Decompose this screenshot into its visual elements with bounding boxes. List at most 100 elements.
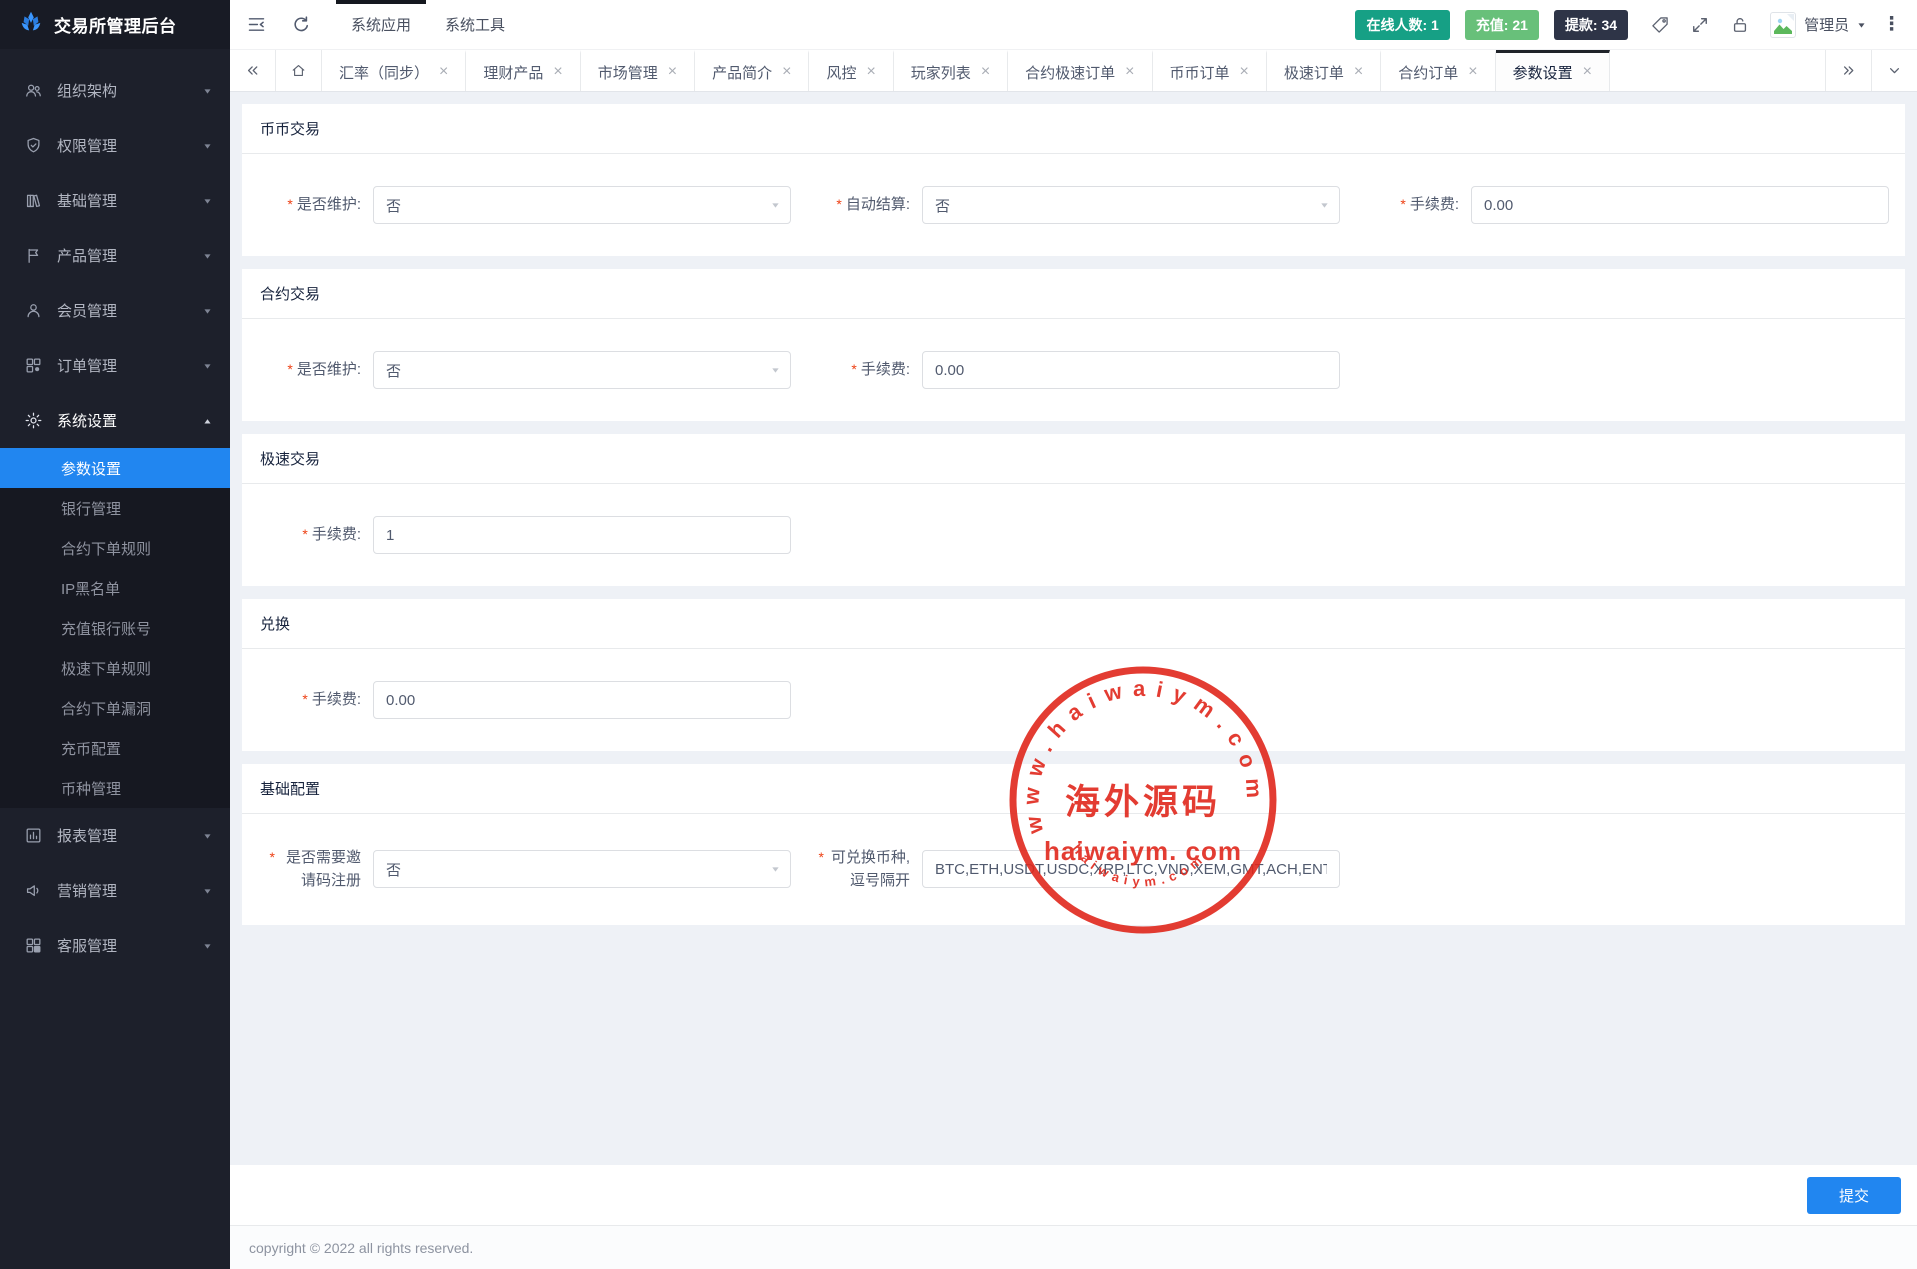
field-label: *手续费:: [1340, 193, 1471, 216]
sidebar: 交易所管理后台 组织架构▼权限管理▼基础管理▼产品管理▼会员管理▼订单管理▼系统…: [0, 0, 230, 1269]
tab-risk-control[interactable]: 风控 ×: [809, 50, 893, 91]
tab-close-icon[interactable]: ×: [553, 64, 562, 80]
tag-icon[interactable]: [1650, 15, 1670, 35]
fullscreen-icon[interactable]: [1690, 15, 1710, 35]
tab-label: 风控: [826, 62, 856, 83]
sidebar-subitem-coin-mgmt[interactable]: 币种管理: [0, 768, 230, 808]
field-label-text: 手续费:: [312, 691, 361, 708]
sidebar-item-system-settings[interactable]: 系统设置▲: [0, 393, 230, 448]
main-area: 系统应用系统工具 在线人数: 1 充值: 21 提款: 34: [230, 0, 1917, 1269]
unlock-icon[interactable]: [1730, 15, 1750, 35]
refresh-icon[interactable]: [291, 14, 312, 35]
tab-close-icon[interactable]: ×: [1468, 64, 1477, 80]
sidebar-subitem-ip-blacklist[interactable]: IP黑名单: [0, 568, 230, 608]
exchange-fee-input[interactable]: [373, 681, 791, 719]
nav-item-system-tools[interactable]: 系统工具: [430, 0, 520, 49]
scroll-tabs-right-button[interactable]: [1825, 50, 1871, 91]
tab-fast-orders[interactable]: 极速订单×: [1267, 50, 1381, 91]
sidebar-item-service-mgmt[interactable]: 客服管理▼: [0, 918, 230, 973]
sidebar-item-order-mgmt[interactable]: 订单管理▼: [0, 338, 230, 393]
section-base-config: 基础配置*是否需要邀请码注册否▼*可兑换币种,逗号隔开: [242, 764, 1905, 925]
tab-close-icon[interactable]: ×: [782, 64, 791, 80]
tabbar: 汇率（同步）×理财产品×市场管理×产品简介×风控×玩家列表×合约极速订单×币币订…: [230, 49, 1917, 92]
tab-contract-orders[interactable]: 合约订单×: [1381, 50, 1495, 91]
badge-online-count[interactable]: 在线人数: 1: [1355, 10, 1449, 40]
scroll-tabs-left-button[interactable]: [230, 50, 276, 91]
user-menu[interactable]: 管理员 ▼: [1770, 12, 1866, 38]
tab-market-mgmt[interactable]: 市场管理×: [581, 50, 695, 91]
badge-recharge-count[interactable]: 充值: 21: [1465, 10, 1539, 40]
section-body: *手续费:: [242, 649, 1905, 751]
sidebar-item-member-mgmt[interactable]: 会员管理▼: [0, 283, 230, 338]
field-exchange-fee: *手续费:: [242, 681, 791, 719]
select-value: 否: [386, 859, 401, 880]
action-bar: 提交: [230, 1165, 1917, 1225]
tab-param-settings[interactable]: 参数设置×: [1496, 50, 1610, 91]
sidebar-item-base-mgmt[interactable]: 基础管理▼: [0, 173, 230, 228]
sidebar-subitem-fast-order-rules[interactable]: 极速下单规则: [0, 648, 230, 688]
need-invite-code-select[interactable]: 否▼: [373, 850, 791, 888]
tab-rate-sync[interactable]: 汇率（同步）×: [322, 50, 466, 91]
tab-close-icon[interactable]: ×: [866, 64, 875, 80]
tab-spot-orders[interactable]: 币币订单 ×: [1153, 50, 1267, 91]
sidebar-item-marketing-mgmt[interactable]: 营销管理▼: [0, 863, 230, 918]
sidebar-item-org-structure[interactable]: 组织架构▼: [0, 63, 230, 118]
sidebar-item-permission-mgmt[interactable]: 权限管理▼: [0, 118, 230, 173]
tab-close-icon[interactable]: ×: [1125, 64, 1134, 80]
nav-item-system-apps[interactable]: 系统应用: [336, 0, 426, 49]
field-contract-maintain: *是否维护:否▼: [242, 351, 791, 389]
spot-fee-input[interactable]: [1471, 186, 1889, 224]
tab-wealth-products[interactable]: 理财产品 ×: [466, 50, 580, 91]
submit-button[interactable]: 提交: [1807, 1177, 1901, 1214]
sidebar-subitem-recharge-bank-account[interactable]: 充值银行账号: [0, 608, 230, 648]
tab-close-icon[interactable]: ×: [668, 64, 677, 80]
field-label-text: 是否维护:: [297, 196, 361, 213]
tab-close-icon[interactable]: ×: [439, 64, 448, 80]
topbar-badges: 在线人数: 1 充值: 21 提款: 34: [1355, 10, 1628, 40]
tab-close-icon[interactable]: ×: [1354, 64, 1363, 80]
caret-down-icon: ▼: [1856, 21, 1866, 29]
spot-maintain-select[interactable]: 否▼: [373, 186, 791, 224]
tab-close-icon[interactable]: ×: [1240, 64, 1249, 80]
section-fast-trade: 极速交易*手续费:: [242, 434, 1905, 586]
more-vertical-icon[interactable]: ⋮: [1882, 13, 1901, 36]
topbar-nav: 系统应用系统工具: [336, 0, 524, 49]
sidebar-subitem-contract-order-rules[interactable]: 合约下单规则: [0, 528, 230, 568]
badge-withdraw-count[interactable]: 提款: 34: [1554, 10, 1628, 40]
field-fast-fee: *手续费:: [242, 516, 791, 554]
tab-player-list[interactable]: 玩家列表 ×: [894, 50, 1008, 91]
required-asterisk: *: [836, 196, 841, 212]
tab-close-icon[interactable]: ×: [1583, 64, 1592, 80]
select-value: 否: [386, 360, 401, 381]
megaphone-icon: [24, 881, 43, 900]
field-label: *手续费:: [242, 523, 373, 546]
caret-down-icon: ▼: [202, 832, 212, 840]
contract-maintain-select[interactable]: 否▼: [373, 351, 791, 389]
fast-fee-input[interactable]: [373, 516, 791, 554]
sidebar-item-label: 会员管理: [57, 300, 203, 321]
sidebar-subitem-contract-order-loophole[interactable]: 合约下单漏洞: [0, 688, 230, 728]
tab-contract-fast-orders[interactable]: 合约极速订单×: [1008, 50, 1152, 91]
tab-label: 币币订单: [1170, 62, 1230, 83]
contract-fee-input[interactable]: [922, 351, 1340, 389]
tab-label: 理财产品: [483, 62, 543, 83]
sidebar-subitem-param-settings[interactable]: 参数设置: [0, 448, 230, 488]
exchangeable-coins-input[interactable]: [922, 850, 1340, 888]
tabbar-spacer: [1610, 50, 1825, 91]
caret-down-icon: ▼: [202, 887, 212, 895]
person-icon: [24, 301, 43, 320]
sidebar-item-product-mgmt[interactable]: 产品管理▼: [0, 228, 230, 283]
sidebar-item-report-mgmt[interactable]: 报表管理▼: [0, 808, 230, 863]
sidebar-subitem-coin-recharge-config[interactable]: 充币配置: [0, 728, 230, 768]
menu-fold-icon[interactable]: [246, 14, 267, 35]
field-label-text: 手续费:: [861, 361, 910, 378]
tab-product-intro[interactable]: 产品简介×: [695, 50, 809, 91]
home-tab-button[interactable]: [276, 50, 322, 91]
tab-close-icon[interactable]: ×: [981, 64, 990, 80]
sidebar-subitem-bank-mgmt[interactable]: 银行管理: [0, 488, 230, 528]
required-asterisk: *: [287, 361, 292, 377]
sidebar-item-label: 报表管理: [57, 825, 203, 846]
spot-auto-settle-select[interactable]: 否▼: [922, 186, 1340, 224]
tabs-dropdown-button[interactable]: [1871, 50, 1917, 91]
tab-label: 玩家列表: [911, 62, 971, 83]
